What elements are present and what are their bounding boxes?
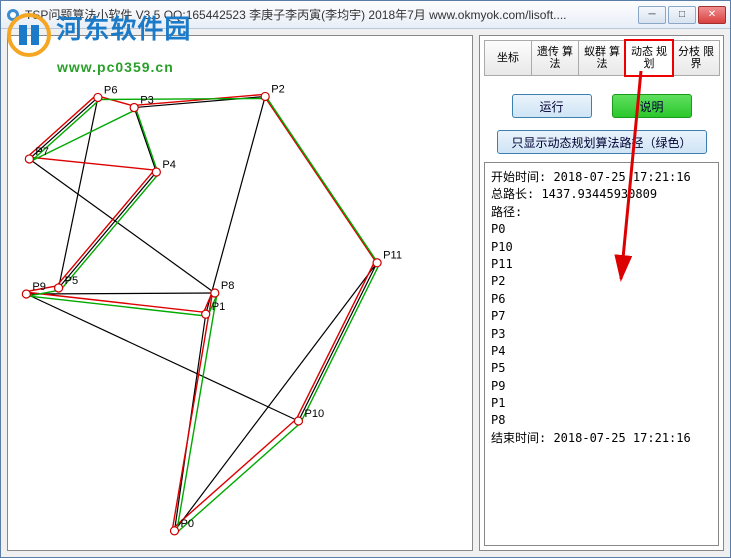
action-row: 运行 说明 xyxy=(484,94,719,118)
output-textarea[interactable]: 开始时间: 2018-07-25 17:21:16 总路长: 1437.9344… xyxy=(484,162,719,546)
svg-text:P1: P1 xyxy=(212,301,226,313)
svg-text:P2: P2 xyxy=(271,83,285,95)
svg-text:P11: P11 xyxy=(383,250,402,262)
svg-text:P10: P10 xyxy=(305,408,325,420)
tab-dp[interactable]: 动态 规划 xyxy=(625,40,673,76)
svg-text:P4: P4 xyxy=(162,159,176,171)
svg-text:P0: P0 xyxy=(181,518,195,530)
explain-button[interactable]: 说明 xyxy=(612,94,692,118)
window-title: TSP问题算法小软件 V3.5 QQ:165442523 李庚子李丙寅(李均宇)… xyxy=(25,6,638,23)
titlebar: TSP问题算法小软件 V3.5 QQ:165442523 李庚子李丙寅(李均宇)… xyxy=(1,1,730,29)
tsp-graph: P0 P1 P2 P3 P4 P5 P6 P7 P8 P9 P10 P11 xyxy=(8,36,472,550)
client-area: P0 P1 P2 P3 P4 P5 P6 P7 P8 P9 P10 P11 坐标 遗传 算法 蚁群 算… xyxy=(1,29,730,557)
run-button[interactable]: 运行 xyxy=(512,94,592,118)
side-panel: 坐标 遗传 算法 蚁群 算法 动态 规划 分枝 限界 运行 说明 只显示动态规划… xyxy=(479,35,724,551)
svg-text:P9: P9 xyxy=(32,281,46,293)
svg-text:P6: P6 xyxy=(104,84,118,96)
svg-text:P7: P7 xyxy=(35,146,49,158)
graph-canvas: P0 P1 P2 P3 P4 P5 P6 P7 P8 P9 P10 P11 xyxy=(7,35,473,551)
app-window: TSP问题算法小软件 V3.5 QQ:165442523 李庚子李丙寅(李均宇)… xyxy=(0,0,731,558)
only-show-dp-button[interactable]: 只显示动态规划算法路径（绿色） xyxy=(497,130,707,154)
algorithm-tabs: 坐标 遗传 算法 蚁群 算法 动态 规划 分枝 限界 xyxy=(484,40,719,76)
svg-text:P8: P8 xyxy=(221,280,235,292)
svg-text:P5: P5 xyxy=(65,275,79,287)
tab-aco[interactable]: 蚁群 算法 xyxy=(578,40,626,76)
app-icon xyxy=(5,7,21,23)
tab-ga[interactable]: 遗传 算法 xyxy=(531,40,579,76)
close-button[interactable]: ✕ xyxy=(698,6,726,24)
tab-coords[interactable]: 坐标 xyxy=(484,40,532,76)
maximize-button[interactable]: □ xyxy=(668,6,696,24)
minimize-button[interactable]: ─ xyxy=(638,6,666,24)
window-controls: ─ □ ✕ xyxy=(638,6,726,24)
svg-text:P3: P3 xyxy=(140,95,154,107)
tab-bb[interactable]: 分枝 限界 xyxy=(672,40,720,76)
